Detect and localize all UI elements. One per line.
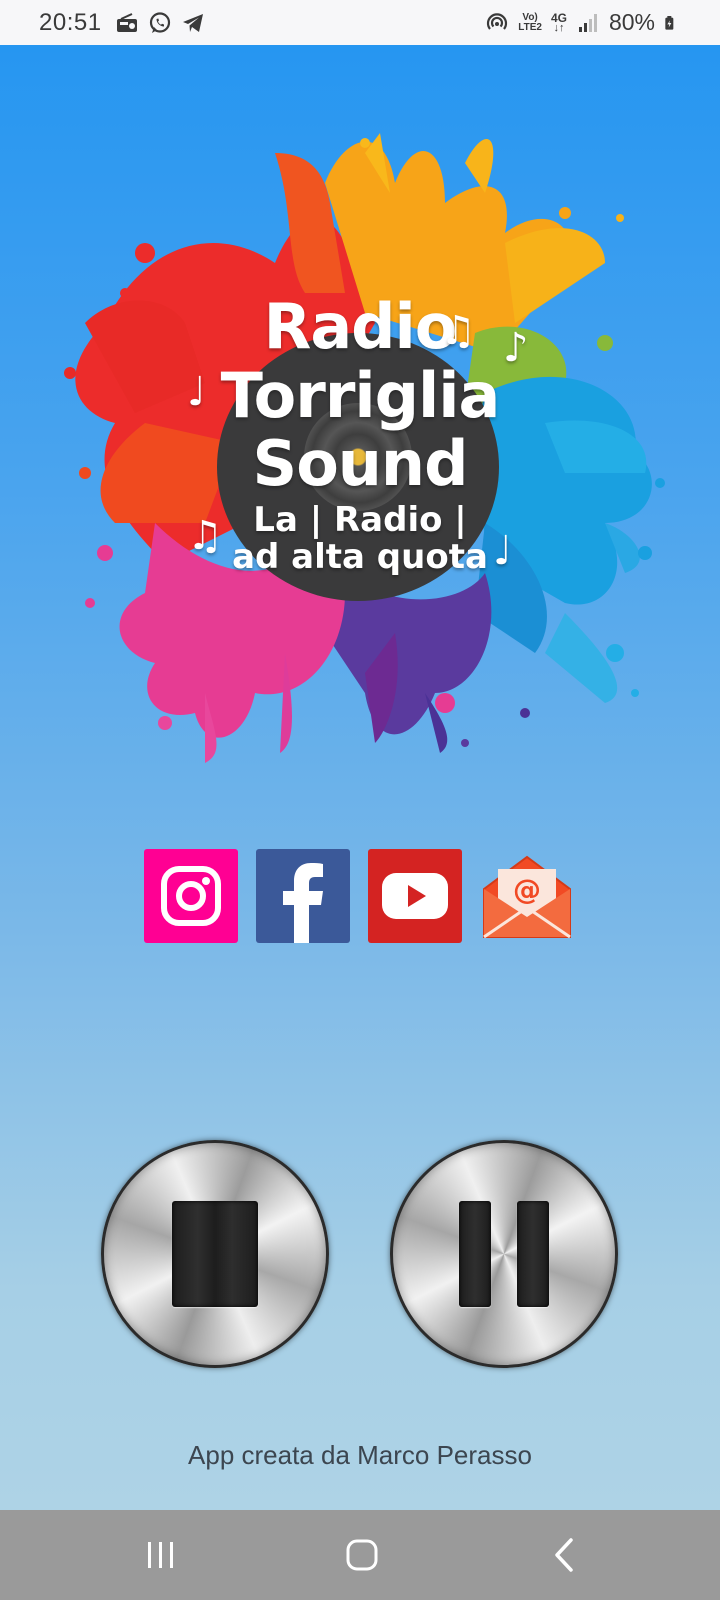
app-main-area: Radio Torriglia Sound La | Radio | ad al… <box>0 45 720 1510</box>
music-note-icon: ♫ <box>440 308 476 354</box>
logo-line-sound: Sound <box>252 427 469 500</box>
volte-icon: Vo) LTE2 <box>518 11 542 33</box>
svg-text:@: @ <box>513 873 541 906</box>
stop-icon <box>172 1201 258 1307</box>
logo-line-radio: Radio <box>263 290 458 363</box>
battery-icon <box>665 15 674 30</box>
whatsapp-icon <box>149 11 170 33</box>
music-note-icon: ♩ <box>493 528 512 574</box>
email-icon: @ <box>483 855 571 939</box>
facebook-icon <box>283 863 323 943</box>
telegram-icon <box>182 13 203 32</box>
email-button[interactable]: @ <box>480 849 574 943</box>
youtube-button[interactable] <box>368 849 462 943</box>
system-nav-bar <box>0 1510 720 1600</box>
music-note-icon: ♩ <box>187 369 206 415</box>
pause-icon <box>459 1201 549 1307</box>
logo-line-torriglia: Torriglia <box>220 359 501 432</box>
battery-percent: 80% <box>608 9 655 35</box>
logo-tagline-1: La | Radio | <box>253 500 467 540</box>
volte-label-top: Vo) <box>522 11 538 23</box>
youtube-icon <box>382 873 448 919</box>
instagram-button[interactable] <box>144 849 238 943</box>
pause-button[interactable] <box>390 1140 618 1368</box>
hotspot-icon <box>487 12 508 30</box>
status-bar: 20:51 Vo) LTE2 4G ↓↑ 80% <box>0 0 720 45</box>
music-note-icon: ♪ <box>503 325 529 371</box>
network-label: 4G <box>550 10 567 25</box>
status-bar-left: 20:51 <box>39 9 205 37</box>
home-icon <box>346 1539 378 1571</box>
status-time: 20:51 <box>39 8 102 36</box>
volte-label-bottom: LTE2 <box>518 21 542 33</box>
signal-icon <box>578 13 597 32</box>
status-bar-right: Vo) LTE2 4G ↓↑ 80% <box>485 9 680 36</box>
back-icon <box>555 1538 573 1572</box>
4g-icon: 4G ↓↑ <box>550 10 567 34</box>
radio-logo: Radio Torriglia Sound La | Radio | ad al… <box>45 93 675 793</box>
pause-bar-left <box>459 1201 491 1307</box>
facebook-button[interactable] <box>256 849 350 943</box>
home-button[interactable] <box>332 1530 392 1580</box>
recent-apps-icon <box>148 1542 173 1568</box>
music-note-icon: ♫ <box>187 513 223 559</box>
instagram-icon <box>161 866 221 926</box>
stop-button[interactable] <box>101 1140 329 1368</box>
logo-tagline-2: ad alta quota <box>232 537 488 577</box>
social-links: @ <box>144 849 574 943</box>
app-credit-text: App creata da Marco Perasso <box>188 1440 532 1470</box>
back-button[interactable] <box>534 1530 594 1580</box>
pause-bar-right <box>517 1201 549 1307</box>
radio-icon <box>116 12 137 32</box>
recent-apps-button[interactable] <box>131 1530 191 1580</box>
